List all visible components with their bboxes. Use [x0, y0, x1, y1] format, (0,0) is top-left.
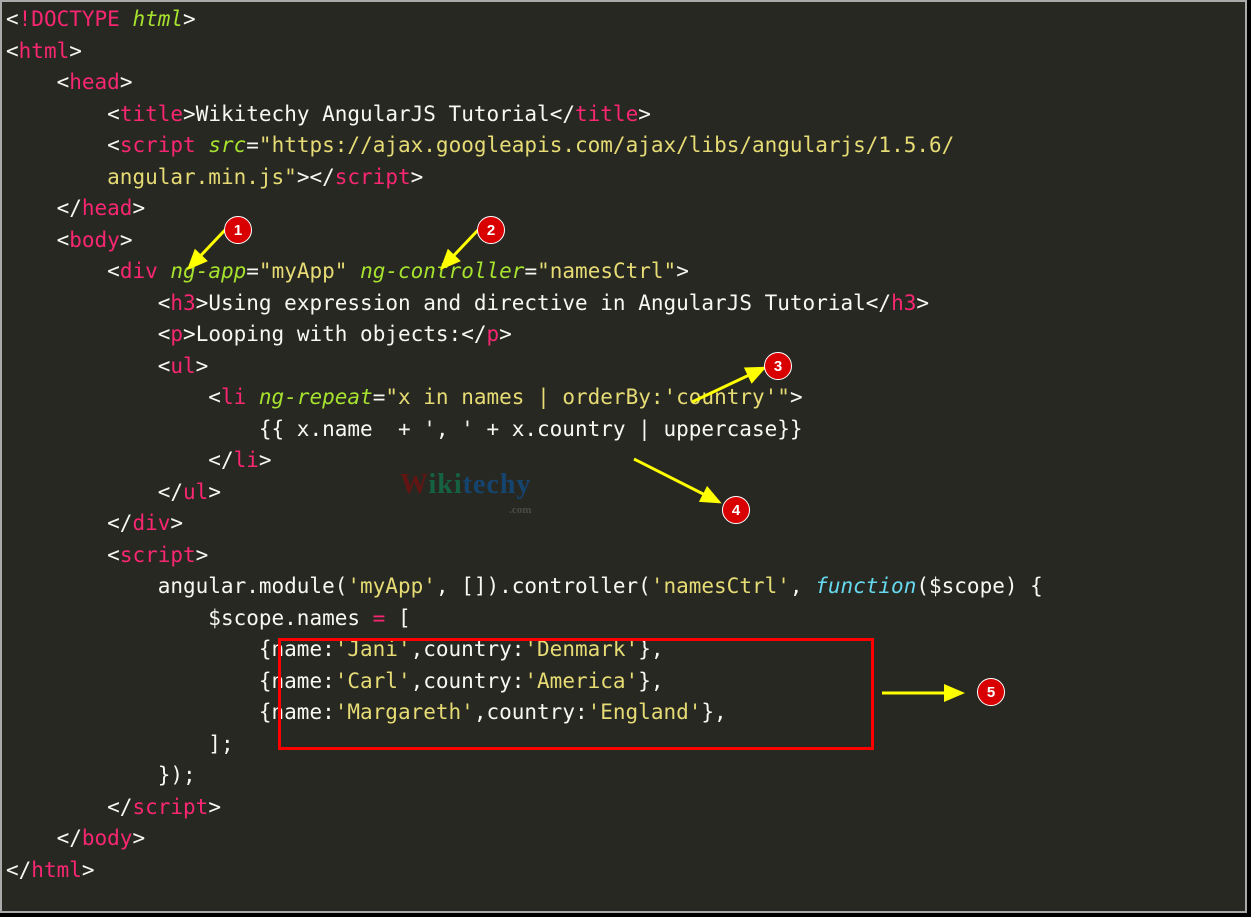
src-value-line2: angular.min.js" — [107, 165, 297, 189]
src-value-line1: "https://ajax.googleapis.com/ajax/libs/a… — [259, 133, 954, 157]
p-tag: p — [170, 322, 183, 346]
li-tag: li — [221, 385, 246, 409]
doctype-keyword: !DOCTYPE — [19, 7, 120, 31]
ul-tag: ul — [170, 354, 195, 378]
highlight-box — [278, 638, 874, 750]
callout-badge-4: 4 — [722, 496, 750, 524]
ng-app-attr: ng-app — [170, 259, 246, 283]
code-block: <!DOCTYPE html> <html> <head> <title>Wik… — [2, 2, 1245, 888]
bracket: < — [6, 7, 19, 31]
callout-badge-5: 5 — [977, 678, 1005, 706]
doctype-html: html — [132, 7, 183, 31]
angular-module: angular.module( — [158, 574, 348, 598]
div-tag: div — [120, 259, 158, 283]
watermark: Wikitechy .com — [400, 464, 531, 519]
ng-repeat-value: "x in names | orderBy:'country'" — [385, 385, 790, 409]
p-text: Looping with objects: — [196, 322, 462, 346]
callout-badge-2: 2 — [477, 216, 505, 244]
expression-text: {{ x.name + ', ' + x.country | uppercase… — [259, 417, 803, 441]
src-attr: src — [208, 133, 246, 157]
ng-controller-attr: ng-controller — [360, 259, 524, 283]
code-editor: <!DOCTYPE html> <html> <head> <title>Wik… — [0, 0, 1247, 913]
html-tag: html — [19, 39, 70, 63]
ng-controller-value: "namesCtrl" — [537, 259, 676, 283]
function-keyword: function — [815, 574, 916, 598]
ng-repeat-attr: ng-repeat — [259, 385, 373, 409]
callout-badge-3: 3 — [764, 352, 792, 380]
title-tag: title — [120, 102, 183, 126]
body-tag: body — [69, 228, 120, 252]
callout-badge-1: 1 — [224, 216, 252, 244]
head-tag: head — [69, 70, 120, 94]
ng-app-value: "myApp" — [259, 259, 348, 283]
script-tag: script — [120, 133, 196, 157]
h3-text: Using expression and directive in Angula… — [208, 291, 865, 315]
title-text: Wikitechy AngularJS Tutorial — [196, 102, 550, 126]
h3-tag: h3 — [170, 291, 195, 315]
